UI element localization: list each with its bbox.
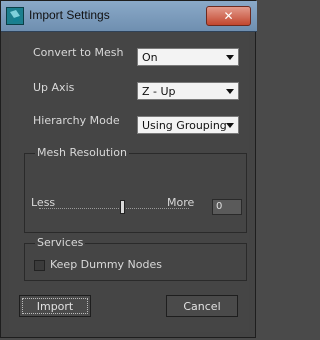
hierarchy-mode-select[interactable]: Using Grouping: [137, 116, 239, 134]
keep-dummy-nodes-label: Keep Dummy Nodes: [50, 258, 162, 271]
dialog-content: Convert to Mesh On Up Axis Z - Up Hierar…: [9, 32, 249, 332]
close-button[interactable]: ✕: [206, 6, 251, 26]
up-axis-value: Z - Up: [142, 84, 176, 98]
mesh-resolution-value-field[interactable]: 0: [212, 199, 242, 215]
convert-to-mesh-label: Convert to Mesh: [33, 46, 124, 59]
close-icon: ✕: [223, 9, 234, 23]
title-bar[interactable]: Import Settings ✕: [1, 1, 257, 32]
cancel-button[interactable]: Cancel: [166, 295, 238, 317]
mesh-resolution-group-label: Mesh Resolution: [35, 146, 129, 159]
cancel-button-label: Cancel: [183, 299, 221, 313]
app-icon: [6, 7, 24, 25]
up-axis-select[interactable]: Z - Up: [137, 82, 239, 100]
import-settings-dialog: Import Settings ✕ Convert to Mesh On Up …: [0, 0, 257, 338]
chevron-down-icon: [226, 89, 234, 94]
mesh-resolution-group: Mesh Resolution: [24, 146, 247, 233]
chevron-down-icon: [226, 123, 234, 128]
chevron-down-icon: [226, 55, 234, 60]
mesh-resolution-slider-thumb[interactable]: [120, 200, 125, 214]
hierarchy-mode-value: Using Grouping: [142, 118, 227, 132]
less-label: Less: [31, 196, 56, 209]
dialog-title: Import Settings: [29, 8, 110, 22]
import-button-label: Import: [36, 299, 74, 313]
more-label: More: [167, 196, 195, 209]
keep-dummy-nodes-checkbox[interactable]: [34, 260, 45, 271]
convert-to-mesh-select[interactable]: On: [137, 48, 239, 66]
convert-to-mesh-value: On: [142, 50, 158, 64]
import-button[interactable]: Import: [19, 295, 91, 317]
up-axis-label: Up Axis: [33, 81, 75, 94]
services-group-label: Services: [35, 236, 86, 249]
hierarchy-mode-label: Hierarchy Mode: [33, 114, 120, 127]
